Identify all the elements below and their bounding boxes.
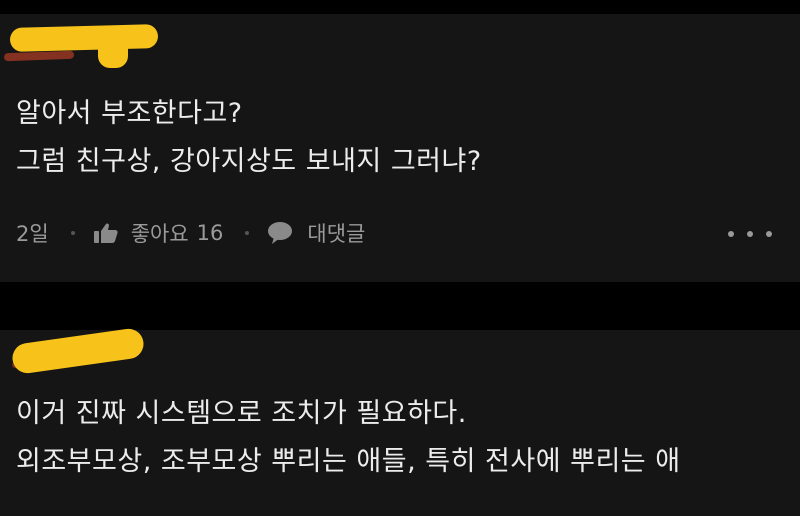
redacted-username bbox=[98, 46, 128, 68]
separator-dot bbox=[245, 231, 250, 235]
speech-bubble-icon bbox=[267, 221, 293, 245]
like-label: 좋아요 bbox=[130, 222, 189, 246]
comment-line: 그럼 친구상, 강아지상도 보내지 그러냐? bbox=[16, 146, 482, 177]
more-horizontal-icon bbox=[747, 231, 753, 237]
comment-meta: 2일 좋아요 16 대댓글 bbox=[16, 218, 365, 248]
thumbs-up-icon bbox=[93, 222, 119, 244]
comment-body: 이거 진짜 시스템으로 조치가 필요하다. 외조부모상, 조부모상 뿌리는 애들… bbox=[16, 390, 681, 486]
redacted-username bbox=[9, 24, 159, 52]
like-button[interactable]: 좋아요 16 bbox=[93, 218, 224, 248]
more-options-button[interactable] bbox=[728, 224, 772, 244]
comment-body: 알아서 부조한다고? 그럼 친구상, 강아지상도 보내지 그러냐? bbox=[16, 90, 482, 186]
comment-timestamp: 2일 bbox=[16, 222, 49, 246]
separator-dot bbox=[70, 231, 75, 235]
reply-label: 대댓글 bbox=[307, 222, 366, 246]
like-count: 16 bbox=[196, 221, 224, 245]
comment-line: 이거 진짜 시스템으로 조치가 필요하다. bbox=[16, 398, 467, 429]
comment-feed: 알아서 부조한다고? 그럼 친구상, 강아지상도 보내지 그러냐? 2일 좋아요… bbox=[0, 0, 800, 516]
comment-line: 외조부모상, 조부모상 뿌리는 애들, 특히 전사에 뿌리는 애 bbox=[16, 446, 681, 477]
more-horizontal-icon bbox=[728, 231, 734, 237]
reply-button[interactable]: 대댓글 bbox=[267, 218, 365, 248]
more-horizontal-icon bbox=[766, 231, 772, 237]
comment-line: 알아서 부조한다고? bbox=[16, 98, 243, 129]
